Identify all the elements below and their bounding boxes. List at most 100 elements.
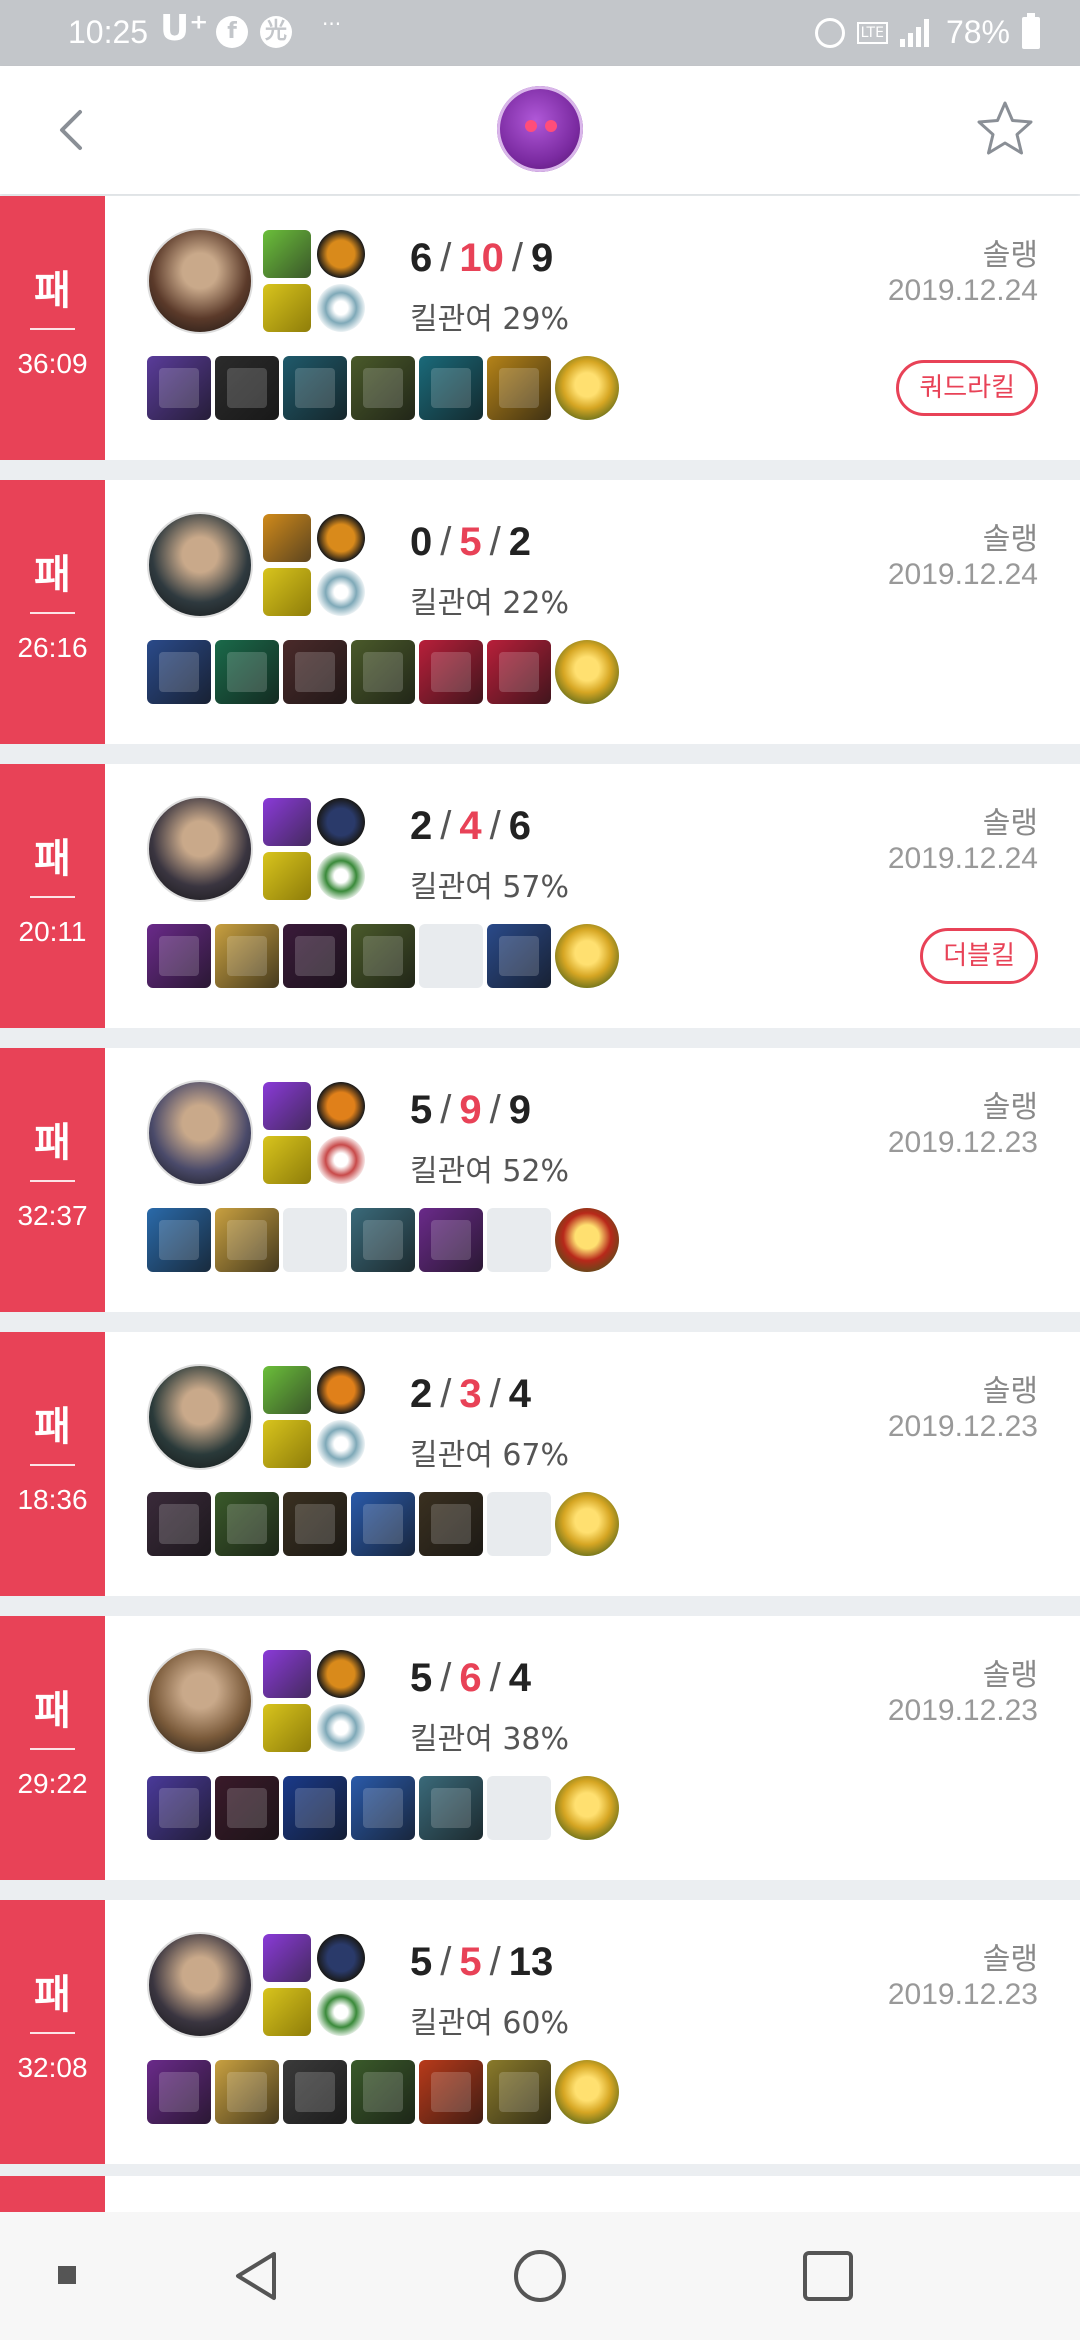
match-card[interactable]: 패 29:22 5/6/4 킬관여 38% 솔랭 2019.12.23	[0, 1616, 1080, 1880]
empty-item-slot	[487, 1208, 551, 1272]
result-strip: 패 20:11	[0, 764, 105, 1028]
divider	[30, 328, 75, 330]
result-strip: 패 29:22	[0, 1616, 105, 1880]
keystone-rune-icon	[317, 1934, 365, 1982]
assists: 9	[531, 236, 554, 280]
item-icon	[283, 924, 347, 988]
queue-type: 솔랭	[982, 806, 1038, 841]
game-duration: 26:16	[17, 632, 88, 663]
empty-item-slot	[487, 1492, 551, 1556]
divider	[30, 1180, 75, 1182]
divider	[30, 612, 75, 614]
deaths: 9	[459, 1088, 482, 1132]
kills: 0	[410, 520, 433, 564]
result-strip: 패 32:08	[0, 1900, 105, 2164]
game-duration: 32:37	[17, 1200, 88, 1231]
result-strip: 패 18:36	[0, 1332, 105, 1596]
item-build	[147, 924, 619, 988]
match-card[interactable]: 패 32:37 5/9/9 킬관여 52% 솔랭 2019.12.23	[0, 1048, 1080, 1312]
assists: 13	[508, 1940, 554, 1984]
recents-square-icon[interactable]	[800, 2248, 856, 2304]
champion-portrait	[147, 512, 253, 618]
queue-type: 솔랭	[982, 1090, 1038, 1125]
multikill-badge: 더블킬	[920, 928, 1038, 984]
item-icon	[419, 1208, 483, 1272]
item-icon	[215, 1776, 279, 1840]
assists: 4	[508, 1372, 531, 1416]
kda-score: 5/6/4	[410, 1656, 531, 1700]
trinket-icon	[555, 356, 619, 420]
home-circle-icon[interactable]	[512, 2248, 568, 2304]
app-icon: 光	[260, 16, 292, 48]
deaths: 5	[459, 520, 482, 564]
divider	[30, 1748, 75, 1750]
item-icon	[147, 924, 211, 988]
assists: 4	[508, 1656, 531, 1700]
kill-participation: 킬관여 52%	[410, 1154, 570, 1189]
item-icon	[351, 924, 415, 988]
match-card[interactable]: 패 26:16 0/5/2 킬관여 22% 솔랭 2019.12.24	[0, 480, 1080, 744]
result-strip: 패 36:09	[0, 196, 105, 460]
assists: 9	[508, 1088, 531, 1132]
item-icon	[351, 2060, 415, 2124]
keystone-rune-icon	[317, 1366, 365, 1414]
kill-participation: 킬관여 38%	[410, 1722, 570, 1757]
kill-participation: 킬관여 60%	[410, 2006, 570, 2041]
result-label: 패	[34, 268, 71, 314]
secondary-rune-icon	[317, 568, 365, 616]
match-card[interactable]: 패 32:08 5/5/13 킬관여 60% 솔랭 2019.12.23	[0, 1900, 1080, 2164]
match-card[interactable]: 패 18:36 2/3/4 킬관여 67% 솔랭 2019.12.23	[0, 1332, 1080, 1596]
summoner-spell-icon	[263, 1366, 311, 1414]
match-card[interactable]: 패 36:09 6/10/9 킬관여 29% 솔랭 2019.12.24 쿼드라…	[0, 196, 1080, 460]
assists: 2	[508, 520, 531, 564]
result-strip: 패 26:16	[0, 480, 105, 744]
match-date: 2019.12.23	[887, 1126, 1038, 1159]
battery-icon	[1022, 12, 1040, 49]
queue-type: 솔랭	[982, 238, 1038, 273]
trinket-icon	[555, 640, 619, 704]
match-card-partial	[0, 2176, 1080, 2212]
keystone-rune-icon	[317, 1082, 365, 1130]
game-duration: 36:09	[17, 348, 88, 379]
queue-type: 솔랭	[982, 1942, 1038, 1977]
facebook-icon: f	[216, 16, 248, 48]
item-icon	[147, 2060, 211, 2124]
multikill-badge: 쿼드라킬	[896, 360, 1038, 416]
menu-dot-icon[interactable]	[58, 2266, 76, 2284]
item-icon	[487, 2060, 551, 2124]
item-icon	[351, 356, 415, 420]
carrier-label: U⁺	[160, 8, 209, 49]
item-build	[147, 1208, 619, 1272]
item-icon	[147, 356, 211, 420]
secondary-rune-icon	[317, 1704, 365, 1752]
back-triangle-icon[interactable]	[228, 2248, 284, 2304]
summoner-spell-icon	[263, 1934, 311, 1982]
keystone-rune-icon	[317, 230, 365, 278]
item-icon	[215, 924, 279, 988]
item-build	[147, 1492, 619, 1556]
item-icon	[487, 356, 551, 420]
trinket-icon	[555, 924, 619, 988]
item-icon	[351, 1208, 415, 1272]
summoner-spell-icon	[263, 1420, 311, 1468]
summoner-spell-icon	[263, 1082, 311, 1130]
summoner-spell-icon	[263, 1988, 311, 2036]
summoner-spell-icon	[263, 1136, 311, 1184]
star-outline-icon[interactable]	[974, 98, 1036, 160]
champion-portrait	[147, 1648, 253, 1754]
assists: 6	[508, 804, 531, 848]
kills: 5	[410, 1088, 433, 1132]
divider	[30, 1464, 75, 1466]
item-icon	[351, 1492, 415, 1556]
match-card[interactable]: 패 20:11 2/4/6 킬관여 57% 솔랭 2019.12.24 더블킬	[0, 764, 1080, 1028]
kda-score: 0/5/2	[410, 520, 531, 564]
trinket-icon	[555, 1492, 619, 1556]
chevron-left-icon[interactable]	[44, 100, 104, 160]
queue-type: 솔랭	[982, 1374, 1038, 1409]
game-duration: 29:22	[17, 1768, 88, 1799]
secondary-rune-icon	[317, 852, 365, 900]
result-label: 패	[34, 1120, 71, 1166]
match-date: 2019.12.24	[887, 842, 1038, 875]
item-icon	[283, 356, 347, 420]
keystone-rune-icon	[317, 798, 365, 846]
